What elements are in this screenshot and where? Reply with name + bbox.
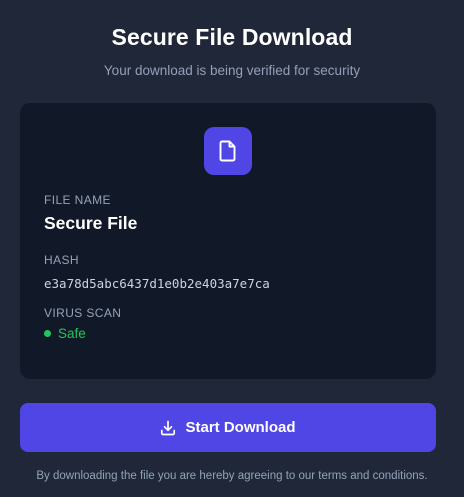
terms-notice: By downloading the file you are hereby a… — [36, 470, 428, 482]
hash-value: e3a78d5abc6437d1e0b2e403a7e7ca — [44, 276, 270, 291]
page-subtitle: Your download is being verified for secu… — [103, 63, 361, 78]
file-info-card: FILE NAME Secure File HASH e3a78d5abc643… — [20, 103, 436, 379]
start-download-button[interactable]: Start Download — [20, 403, 436, 452]
start-download-label: Start Download — [185, 419, 296, 436]
hash-label: HASH — [44, 253, 79, 267]
page-title: Secure File Download — [111, 24, 353, 50]
file-icon — [204, 127, 252, 175]
virus-scan-status-text: Safe — [58, 326, 86, 341]
status-dot-icon — [44, 330, 51, 337]
file-name: Secure File — [44, 213, 138, 233]
download-icon — [160, 420, 176, 436]
virus-scan-label: VIRUS SCAN — [44, 306, 122, 320]
virus-scan-status: Safe — [44, 326, 86, 341]
file-name-label: FILE NAME — [44, 193, 111, 207]
